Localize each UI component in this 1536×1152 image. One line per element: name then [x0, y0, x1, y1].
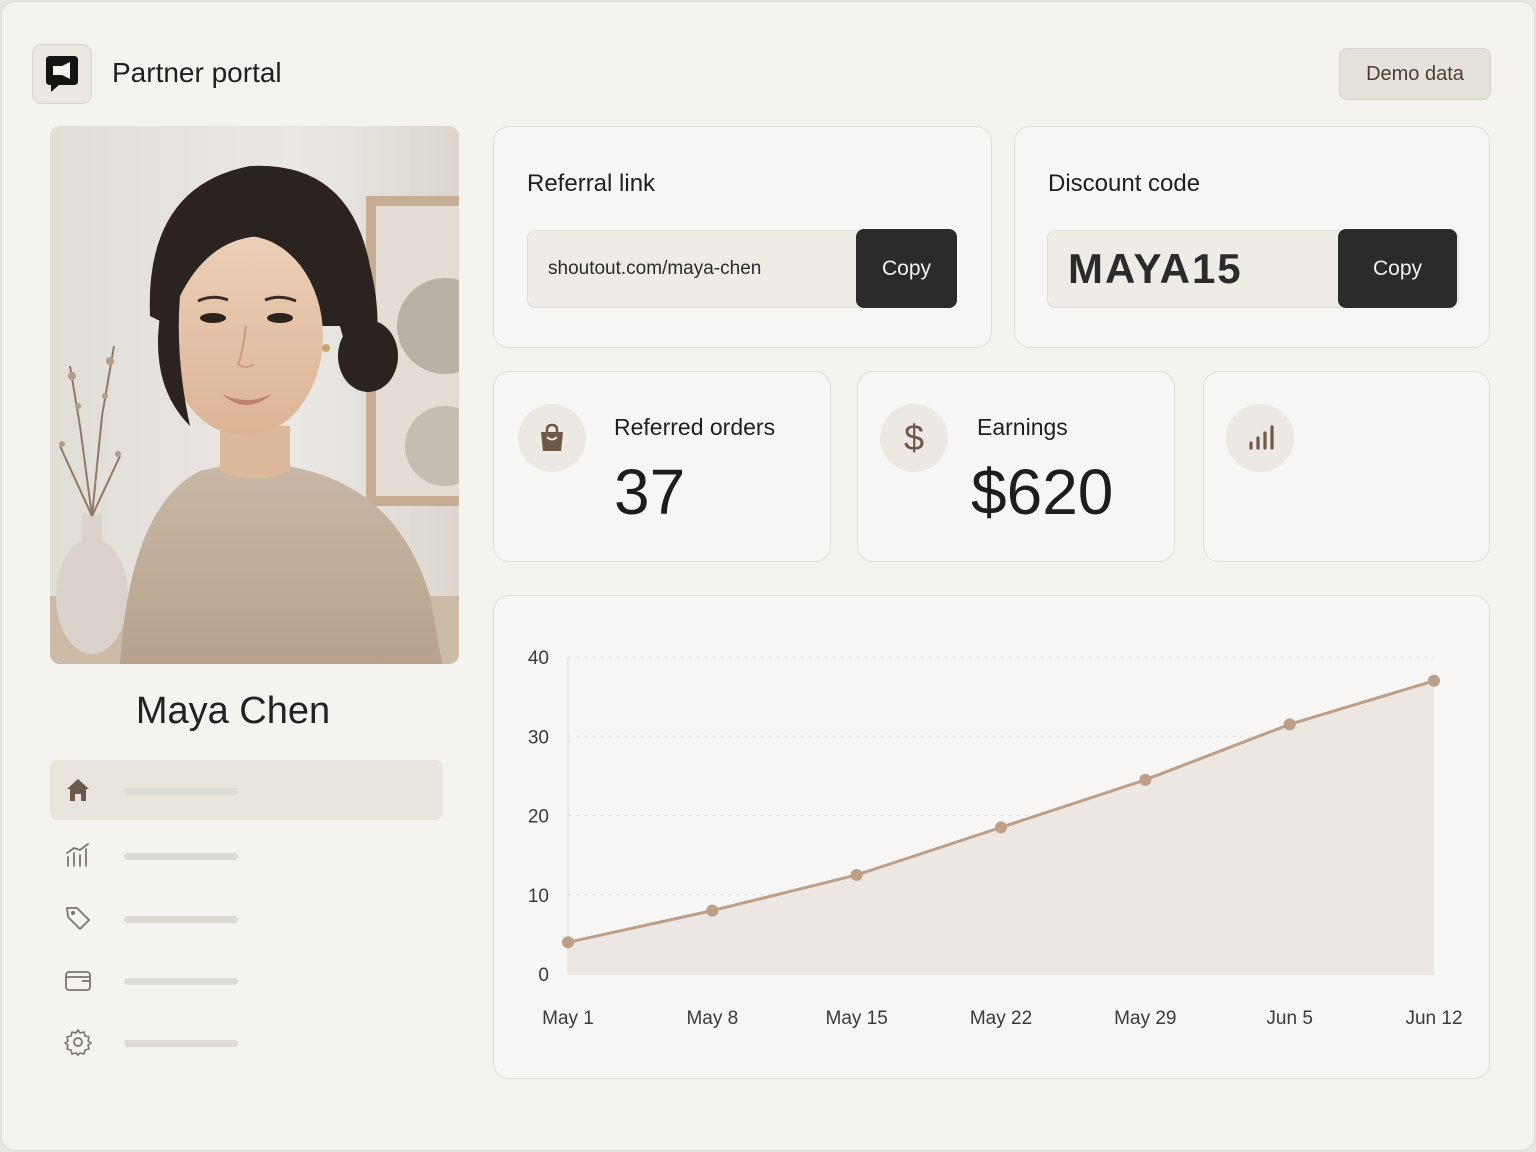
y-tick-label: 40: [528, 648, 549, 669]
x-tick-label: Jun 12: [1405, 1008, 1462, 1029]
referral-link-title: Referral link: [527, 170, 656, 197]
sidebar-item-label-placeholder: [124, 1040, 238, 1047]
x-tick-label: May 1: [542, 1008, 594, 1029]
app-title: Partner portal: [112, 57, 282, 88]
data-point: [850, 868, 863, 881]
discount-code-value: MAYA15: [1068, 245, 1243, 292]
referral-link-card: Referral link shoutout.com/maya-chen Cop…: [493, 126, 992, 348]
data-point: [1139, 773, 1152, 786]
referred-orders-label: Referred orders: [614, 414, 776, 440]
shopping-bag-icon: [541, 423, 563, 451]
x-tick-label: May 22: [970, 1008, 1032, 1029]
settings-icon: [64, 1029, 92, 1056]
data-point: [706, 904, 719, 917]
sidebar-item-label-placeholder: [124, 978, 238, 985]
megaphone-icon: [46, 56, 78, 92]
x-tick-label: May 29: [1114, 1008, 1176, 1029]
copy-discount-code-button[interactable]: Copy: [1338, 229, 1457, 308]
sidebar-item-wallet[interactable]: [50, 950, 443, 1010]
copy-referral-link-button[interactable]: Copy: [856, 229, 957, 308]
wallet-icon: [65, 971, 91, 991]
app-logo: [32, 44, 92, 104]
app-window: Partner portal Demo data Maya Chen Refer…: [1, 1, 1535, 1151]
data-point: [995, 821, 1007, 834]
referral-link-value: shoutout.com/maya-chen: [548, 258, 762, 279]
x-tick-label: May 8: [686, 1008, 738, 1029]
dollar-icon: $: [903, 417, 925, 458]
earnings-card: $ Earnings $620: [857, 371, 1175, 562]
referred-orders-value: 37: [614, 456, 686, 528]
y-tick-label: 20: [528, 807, 549, 828]
bar-chart-icon: [1249, 425, 1274, 450]
sidebar-item-tags[interactable]: [50, 888, 443, 948]
discount-code-card: Discount code MAYA15 Copy: [1014, 126, 1490, 348]
referral-growth-chart: 0 10 20 30 40 May 1 May 8 May 15 May 22 May 29 Jun…: [528, 648, 1463, 1029]
stat-card-chart: [1203, 371, 1490, 562]
referred-orders-card: Referred orders 37: [493, 371, 831, 562]
sidebar-item-label-placeholder: [124, 916, 238, 923]
chart-card: 0 10 20 30 40 May 1 May 8 May 15 May 22 May 29 Jun…: [493, 595, 1490, 1079]
earnings-value: $620: [971, 456, 1114, 528]
tag-icon: [66, 907, 90, 930]
data-point: [1283, 718, 1296, 731]
data-point: [562, 936, 574, 949]
portrait-image: [50, 126, 459, 664]
sidebar-item-label-placeholder: [124, 853, 238, 860]
demo-data-button[interactable]: Demo data: [1339, 48, 1491, 100]
stat-icon-bg: [518, 404, 586, 472]
x-tick-label: Jun 5: [1266, 1008, 1312, 1029]
sidebar-item-analytics[interactable]: [50, 825, 443, 885]
stat-icon-bg: [1226, 404, 1294, 472]
x-tick-label: May 15: [826, 1008, 888, 1029]
sidebar-item-settings[interactable]: [50, 1012, 443, 1072]
data-point: [1428, 674, 1440, 687]
stat-icon-bg: $: [880, 404, 948, 472]
profile-photo: [50, 126, 459, 664]
y-tick-label: 0: [538, 965, 549, 986]
profile-name: Maya Chen: [135, 690, 331, 732]
home-icon: [67, 779, 89, 801]
y-tick-label: 10: [528, 886, 549, 907]
y-tick-label: 30: [528, 727, 549, 748]
analytics-icon: [66, 843, 89, 867]
sidebar-item-home[interactable]: [50, 760, 443, 820]
sidebar-item-label-placeholder: [124, 788, 238, 795]
discount-code-title: Discount code: [1048, 170, 1201, 197]
earnings-label: Earnings: [977, 414, 1068, 440]
